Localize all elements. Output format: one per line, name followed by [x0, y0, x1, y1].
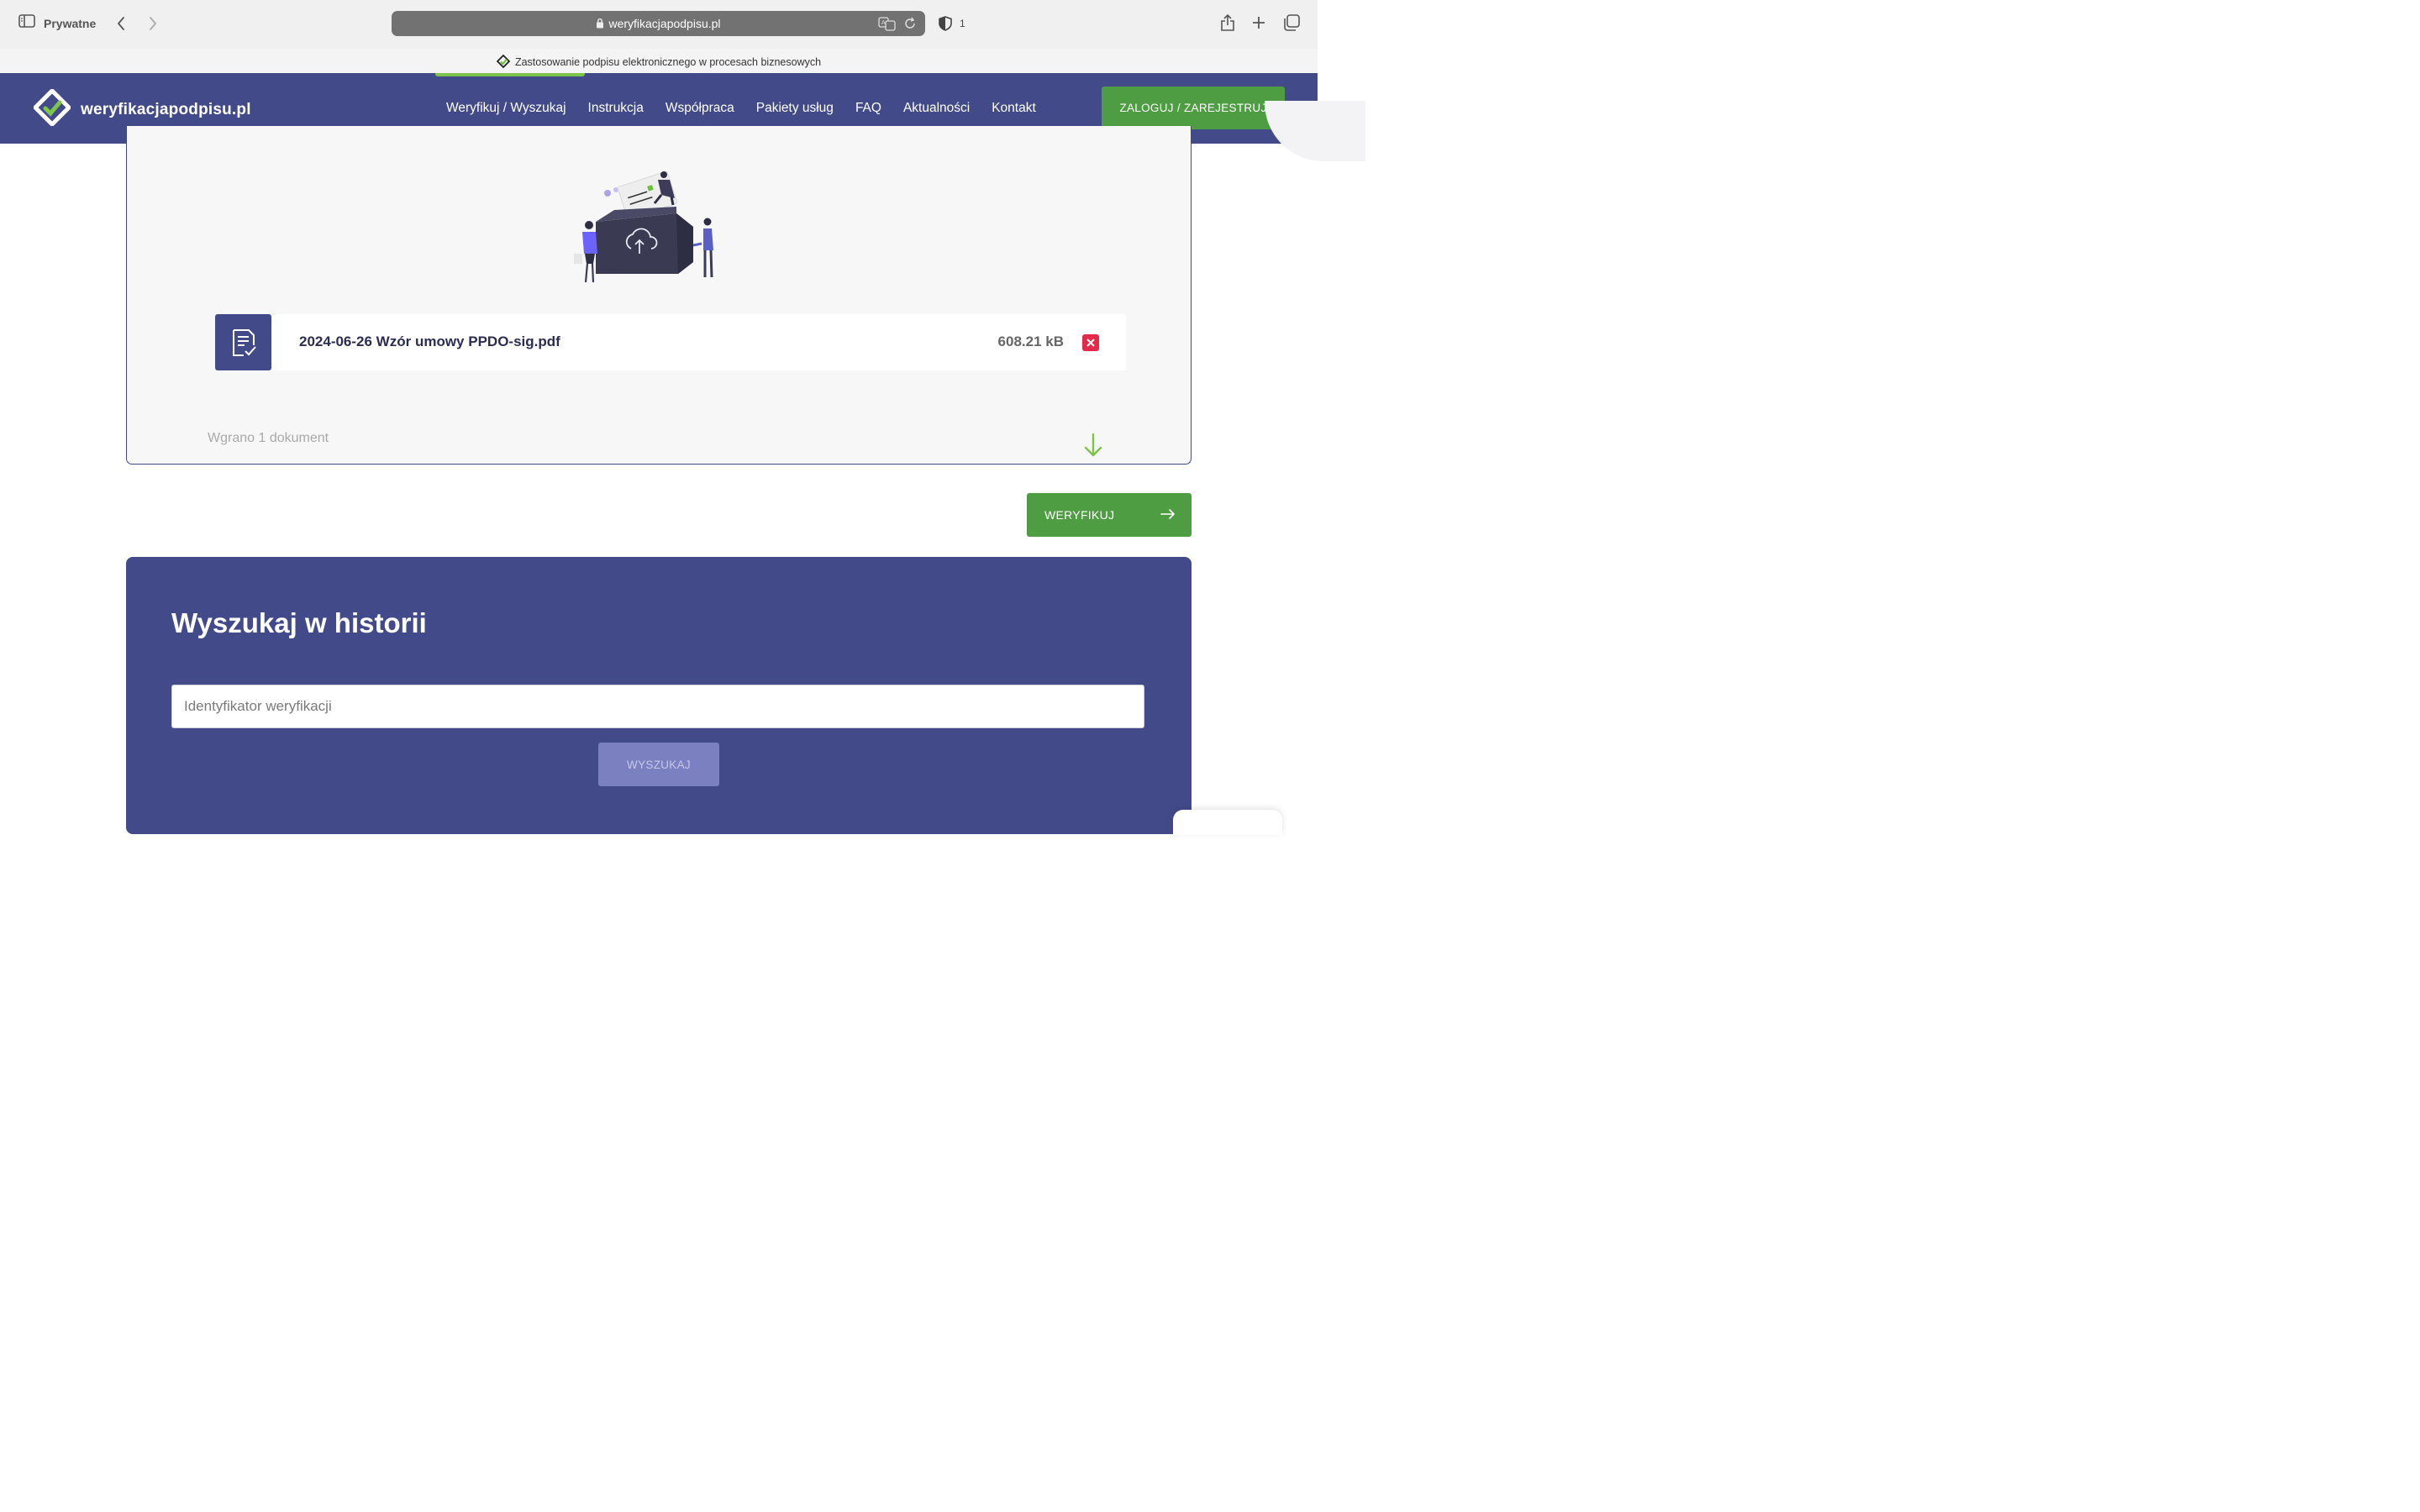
nav-aktualnosci[interactable]: Aktualności: [903, 101, 970, 116]
chevron-right-icon: [150, 17, 156, 30]
browser-toolbar: Prywatne weryfikacjapodpisu.pl A 1: [0, 0, 1318, 49]
arrow-right-icon: [1160, 508, 1176, 524]
lock-icon: [596, 18, 604, 31]
translate-icon[interactable]: A: [878, 16, 897, 35]
nav-instrukcja[interactable]: Instrukcja: [588, 101, 644, 116]
address-bar[interactable]: weryfikacjapodpisu.pl A: [392, 11, 925, 36]
site-logo[interactable]: weryfikacjapodpisu.pl: [33, 88, 251, 130]
new-tab-icon[interactable]: [1250, 13, 1267, 36]
arrow-down-icon[interactable]: [1084, 433, 1102, 462]
file-size: 608.21 kB: [997, 333, 1064, 349]
nav-wspolpraca[interactable]: Współpraca: [666, 101, 734, 116]
verification-id-input[interactable]: [171, 685, 1144, 728]
sidebar-icon: [18, 14, 35, 32]
brand-name: weryfikacjapodpisu.pl: [81, 100, 251, 118]
search-button[interactable]: WYSZUKAJ: [598, 743, 719, 786]
forward-button[interactable]: [145, 13, 161, 34]
history-title: Wyszukaj w historii: [171, 607, 427, 638]
login-register-button[interactable]: ZALOGUJ / ZAREJESTRUJ: [1102, 87, 1285, 129]
chevron-left-icon: [118, 17, 124, 30]
upload-panel: 2024-06-26 Wzór umowy PPDO-sig.pdf 608.2…: [126, 126, 1192, 465]
remove-file-button[interactable]: [1082, 334, 1099, 351]
uploaded-file-row: 2024-06-26 Wzór umowy PPDO-sig.pdf 608.2…: [215, 314, 1126, 370]
history-search-section: Wyszukaj w historii WYSZUKAJ: [126, 557, 1192, 834]
close-icon: [1086, 339, 1095, 347]
reload-icon[interactable]: [903, 16, 917, 35]
verify-button[interactable]: WERYFIKUJ: [1027, 493, 1192, 537]
share-icon[interactable]: [1220, 13, 1235, 36]
tab-strip: Zastosowanie podpisu elektronicznego w p…: [0, 49, 1318, 74]
file-name: 2024-06-26 Wzór umowy PPDO-sig.pdf: [299, 333, 560, 349]
site-favicon-icon: [496, 54, 511, 71]
chat-widget-tab[interactable]: [1173, 810, 1282, 835]
nav-pakiety-uslug[interactable]: Pakiety usług: [756, 101, 834, 116]
back-button[interactable]: [113, 13, 129, 34]
document-check-icon: [215, 314, 271, 370]
decorative-shape: [1265, 101, 1365, 161]
privacy-shield[interactable]: 1: [939, 16, 965, 31]
sidebar-toggle[interactable]: Prywatne: [18, 14, 96, 32]
logo-icon: [33, 88, 71, 130]
private-mode-label: Prywatne: [44, 16, 97, 30]
active-tab[interactable]: Zastosowanie podpisu elektronicznego w p…: [0, 54, 1318, 71]
nav-weryfikuj-wyszukaj[interactable]: Weryfikuj / Wyszukaj: [446, 101, 566, 116]
tab-overview-icon[interactable]: [1282, 13, 1301, 36]
svg-text:A: A: [881, 19, 886, 26]
verify-button-label: WERYFIKUJ: [1044, 508, 1115, 522]
url-text: weryfikacjapodpisu.pl: [608, 17, 721, 30]
shield-count: 1: [960, 18, 965, 29]
upload-illustration: [567, 170, 718, 291]
main-menu: Weryfikuj / Wyszukaj Instrukcja Współpra…: [446, 101, 1036, 116]
tab-title: Zastosowanie podpisu elektronicznego w p…: [514, 56, 822, 68]
nav-kontakt[interactable]: Kontakt: [992, 101, 1036, 116]
upload-status: Wgrano 1 dokument: [208, 431, 329, 445]
active-nav-indicator: [435, 73, 585, 76]
shield-icon: [939, 16, 952, 31]
nav-faq[interactable]: FAQ: [855, 101, 881, 116]
